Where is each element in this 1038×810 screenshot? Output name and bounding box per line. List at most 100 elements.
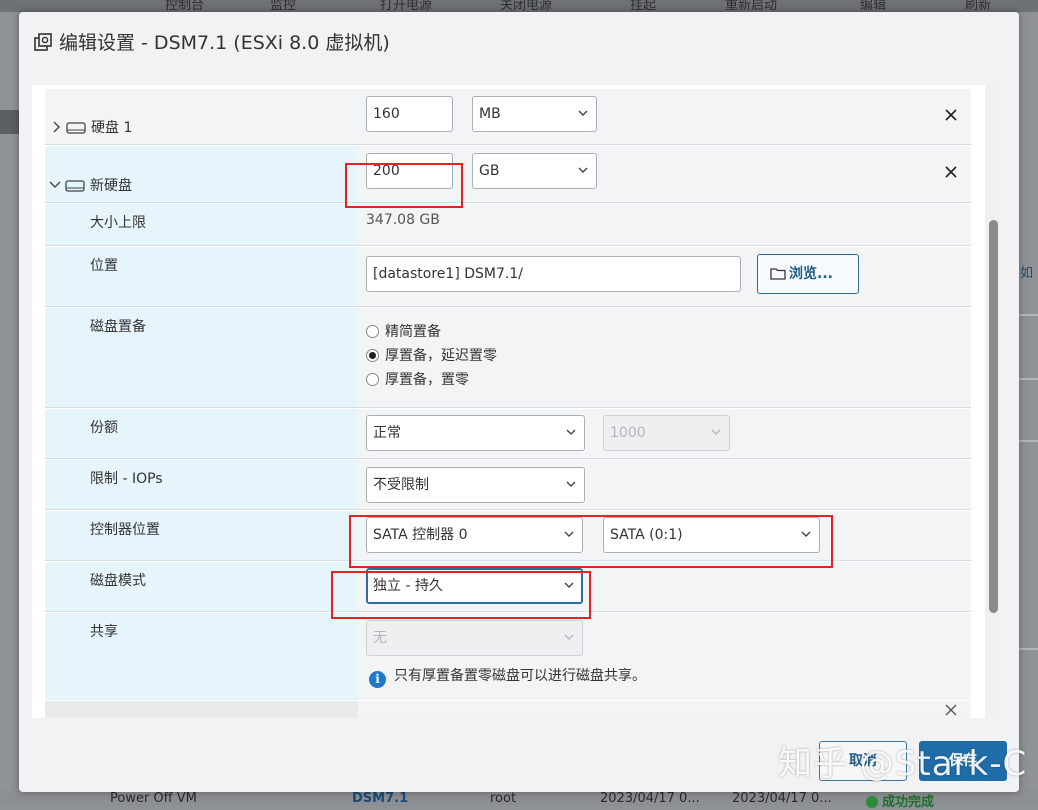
bg-task-queued: 2023/04/17 0... [600,791,700,806]
bg-task-result-text: 成功完成 [882,795,935,810]
remove-disk1-button[interactable] [945,105,957,126]
iops-label: 限制 - IOPs [90,471,163,487]
provision-option-label: 厚置备，置零 [385,372,469,388]
controller-value-cell: SATA 控制器 0 SATA (0:1) [358,511,971,560]
provisioning-row: 磁盘置备 精简置备 厚置备，延迟置零 厚置备，置零 [45,308,971,408]
disk1-value-cell: 160 MB [358,89,971,144]
new-disk-value-cell: 200 GB [358,146,971,202]
new-disk-label: 新硬盘 [90,178,132,194]
sharing-label: 共享 [90,624,118,640]
scrollbar-thumb[interactable] [989,220,998,613]
bg-task-target: DSM7.1 [352,791,409,806]
bg-task-initiator: root [490,791,517,806]
controller-value: SATA 控制器 0 [373,527,468,543]
disk-mode-row: 磁盘模式 独立 - 持久 [45,562,971,612]
controller-label: 控制器位置 [90,522,160,538]
shares-label: 份额 [90,420,118,436]
sharing-value-cell: 无 i 只有厚置备置零磁盘可以进行磁盘共享。 [358,613,971,700]
controller-port: SATA (0:1) [610,527,683,543]
vm-settings-icon [33,32,53,57]
disk1-label: 硬盘 1 [91,120,133,136]
controller-row: 控制器位置 SATA 控制器 0 SATA (0:1) [45,511,971,561]
next-section-row [45,701,971,718]
location-label: 位置 [90,258,118,274]
controller-port-select[interactable]: SATA (0:1) [603,517,820,553]
bg-task-result: 成功完成 [866,791,934,810]
max-size-row: 大小上限 347.08 GB [45,204,971,246]
dialog-title: 编辑设置 - DSM7.1 (ESXi 8.0 虚拟机) [33,28,390,57]
provision-option-thick-lazy[interactable]: 厚置备，延迟置零 [366,345,497,365]
location-label-cell: 位置 [45,247,358,306]
chevron-down-icon [49,181,61,188]
disk-mode-value: 独立 - 持久 [373,578,443,594]
disk1-unit-select[interactable]: MB [472,96,597,132]
chevron-down-icon [711,429,721,435]
watermark: 知乎 @Stark-C [778,744,1028,784]
settings-content[interactable]: 硬盘 1 160 MB 新硬盘 200 GB 大小上限 347.08 GB 位置… [32,85,985,718]
shares-number-select: 1000 [603,415,730,451]
sharing-info-text: 只有厚置备置零磁盘可以进行磁盘共享。 [394,668,646,684]
background-divider [1018,440,1038,442]
chevron-down-icon [564,634,574,640]
disk1-header[interactable]: 硬盘 1 [52,117,132,137]
provisioning-label-cell: 磁盘置备 [45,308,358,407]
disk1-unit-value: MB [479,106,501,122]
iops-value: 不受限制 [373,477,429,493]
provision-option-label: 厚置备，延迟置零 [385,348,497,364]
iops-label-cell: 限制 - IOPs [45,460,358,509]
browse-label: 浏览... [789,266,833,282]
background-toolbar: 控制台 监控 打开电源 关闭电源 挂起 重新启动 编辑 刷新 [0,0,1038,13]
chevron-down-icon [566,481,576,487]
shares-value: 正常 [373,425,401,441]
chevron-right-icon [53,121,60,133]
disk1-size-input[interactable]: 160 [366,96,453,132]
disk1-label-cell: 硬盘 1 [45,89,358,144]
shares-row: 份额 正常 1000 [45,409,971,459]
max-size-value: 347.08 GB [366,212,440,228]
browse-button[interactable]: 浏览... [757,254,859,294]
sharing-label-cell: 共享 [45,613,358,700]
new-disk-header[interactable]: 新硬盘 [49,175,132,195]
dialog-title-text: 编辑设置 - DSM7.1 (ESXi 8.0 虚拟机) [59,32,390,54]
provision-option-thick-eager[interactable]: 厚置备，置零 [366,369,469,389]
next-section-label-cell [45,701,358,718]
iops-select[interactable]: 不受限制 [366,467,585,503]
chevron-down-icon [564,582,574,588]
new-disk-unit-select[interactable]: GB [472,153,597,189]
edit-settings-dialog: 编辑设置 - DSM7.1 (ESXi 8.0 虚拟机) 硬盘 1 160 MB [19,12,1019,792]
close-icon[interactable] [945,704,957,718]
chevron-down-icon [801,531,811,537]
shares-select[interactable]: 正常 [366,415,585,451]
sharing-value: 无 [373,630,387,646]
new-disk-unit-value: GB [479,163,500,179]
new-disk-size-input[interactable]: 200 [366,153,453,189]
disk-mode-value-cell: 独立 - 持久 [358,562,971,611]
background-divider [1018,314,1038,316]
location-input[interactable]: [datastore1] DSM7.1/ [366,256,741,292]
disk-mode-label-cell: 磁盘模式 [45,562,358,611]
shares-label-cell: 份额 [45,409,358,458]
new-disk-row: 新硬盘 200 GB [45,146,971,203]
radio-selected-icon [366,349,379,362]
disk-mode-select[interactable]: 独立 - 持久 [366,568,583,604]
provisioning-label: 磁盘置备 [90,319,146,335]
provisioning-options-cell: 精简置备 厚置备，延迟置零 厚置备，置零 [358,308,971,407]
chevron-down-icon [578,110,588,116]
iops-value-cell: 不受限制 [358,460,971,509]
sharing-info: i 只有厚置备置零磁盘可以进行磁盘共享。 [369,665,646,688]
shares-value-cell: 正常 1000 [358,409,971,458]
background-task-row: Power Off VM DSM7.1 root 2023/04/17 0...… [0,790,1038,810]
max-size-value-cell: 347.08 GB [358,204,971,245]
success-icon [866,796,878,808]
remove-new-disk-button[interactable] [945,162,957,183]
controller-select[interactable]: SATA 控制器 0 [366,517,583,553]
folder-icon [770,268,786,280]
close-icon [945,109,957,121]
close-icon [945,166,957,178]
radio-icon [366,325,379,338]
provision-option-thin[interactable]: 精简置备 [366,321,441,341]
controller-label-cell: 控制器位置 [45,511,358,560]
disk1-row: 硬盘 1 160 MB [45,89,971,145]
location-value-cell: [datastore1] DSM7.1/ 浏览... [358,247,971,306]
background-fragment: 如 [1020,266,1034,281]
